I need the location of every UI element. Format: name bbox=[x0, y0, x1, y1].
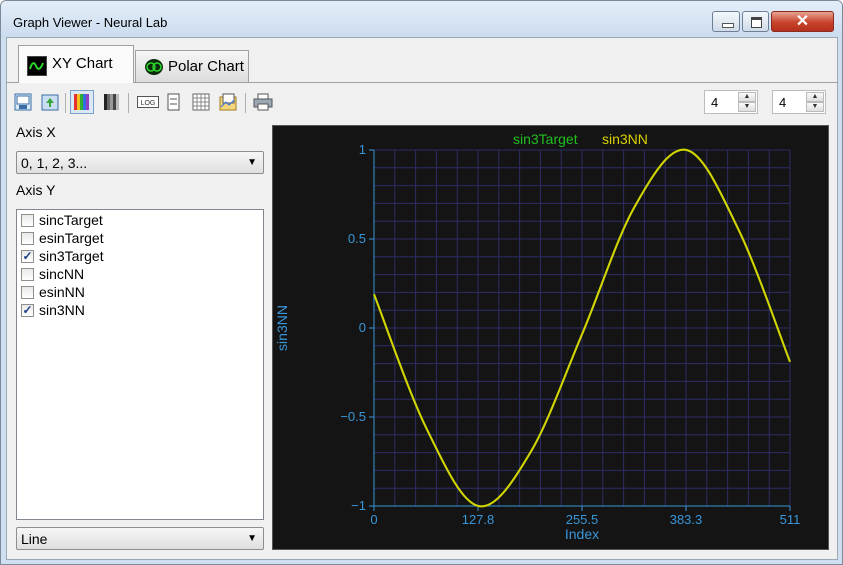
polar-chart-icon bbox=[145, 59, 163, 75]
x-tick-label: 255.5 bbox=[566, 512, 599, 527]
toolbar-separator bbox=[245, 93, 246, 113]
list-item-label: sincTarget bbox=[39, 212, 103, 228]
copy-icon[interactable] bbox=[218, 93, 237, 111]
axis-x-label: Axis X bbox=[16, 124, 56, 140]
x-tick-label: 0 bbox=[370, 512, 377, 527]
axis-x-dropdown[interactable]: 0, 1, 2, 3... ▼ bbox=[16, 151, 264, 174]
toolbar: LOG 4 ▲ ▼ 4 ▲ ▼ bbox=[7, 83, 837, 121]
checkbox[interactable] bbox=[21, 232, 34, 245]
checkbox[interactable] bbox=[21, 286, 34, 299]
y-tick-label: 1 bbox=[359, 142, 366, 157]
list-item-label: esinNN bbox=[39, 284, 85, 300]
chevron-down-icon: ▼ bbox=[247, 157, 257, 168]
client-area: XY Chart Polar Chart LOG 4 ▲ ▼ 4 ▲ ▼ Axi… bbox=[6, 37, 838, 560]
toolbar-separator bbox=[128, 93, 129, 113]
plot-type-dropdown[interactable]: Line ▼ bbox=[16, 527, 264, 550]
y-tick-label: 0.5 bbox=[348, 231, 366, 246]
print-icon[interactable] bbox=[253, 93, 273, 111]
xy-chart-icon bbox=[27, 56, 47, 76]
list-item-label: sin3NN bbox=[39, 302, 85, 318]
legend-entry: sin3NN bbox=[602, 131, 648, 147]
plot-type-selected: Line bbox=[21, 531, 48, 547]
tab-xy-chart[interactable]: XY Chart bbox=[18, 45, 134, 83]
axis-y-label: Axis Y bbox=[16, 182, 56, 198]
log-scale-icon[interactable]: LOG bbox=[137, 93, 159, 111]
save-image-icon[interactable] bbox=[14, 93, 32, 111]
close-icon: ✕ bbox=[795, 13, 810, 30]
spin-down-button[interactable]: ▼ bbox=[806, 102, 824, 112]
axis-x-selected: 0, 1, 2, 3... bbox=[21, 155, 88, 171]
checkbox[interactable] bbox=[21, 268, 34, 281]
checkbox-checked[interactable]: ✓ bbox=[21, 250, 34, 263]
close-button[interactable]: ✕ bbox=[771, 11, 834, 32]
tab-xy-chart-label: XY Chart bbox=[52, 55, 113, 72]
log-label: LOG bbox=[141, 100, 156, 107]
spin-down-button[interactable]: ▼ bbox=[738, 102, 756, 112]
x-tick-label: 511 bbox=[780, 512, 801, 527]
window-title: Graph Viewer - Neural Lab bbox=[13, 15, 168, 30]
maximize-button[interactable] bbox=[742, 11, 769, 32]
spin-box-y-value: 4 bbox=[779, 95, 787, 110]
xy-chart[interactable]: 0 127.8 255.5 383.3 511 1 0.5 0 −0.5 −1 Index sin3N… bbox=[273, 126, 828, 549]
legend-entry: sin3Target bbox=[513, 131, 578, 147]
chevron-down-icon: ▼ bbox=[247, 533, 257, 544]
spin-up-button[interactable]: ▲ bbox=[806, 92, 824, 102]
list-item-label: sin3Target bbox=[39, 248, 104, 264]
spin-box-x-value: 4 bbox=[711, 95, 719, 110]
minimize-button[interactable] bbox=[712, 11, 740, 32]
title-bar[interactable]: Graph Viewer - Neural Lab ✕ bbox=[1, 1, 842, 37]
minimize-icon bbox=[722, 23, 734, 28]
tab-polar-chart-label: Polar Chart bbox=[168, 58, 244, 75]
y-axis-label: sin3NN bbox=[274, 305, 290, 351]
spin-box-x[interactable]: 4 ▲ ▼ bbox=[704, 90, 758, 114]
checkbox[interactable] bbox=[21, 214, 34, 227]
list-item-label: sincNN bbox=[39, 266, 85, 282]
x-axis-label: Index bbox=[565, 526, 599, 542]
x-tick-label: 383.3 bbox=[670, 512, 703, 527]
y-tick-label: 0 bbox=[359, 320, 366, 335]
maximize-icon bbox=[751, 17, 762, 28]
y-tick-label: −1 bbox=[351, 498, 366, 513]
y-tick-label: −0.5 bbox=[340, 409, 366, 424]
checkbox-checked[interactable]: ✓ bbox=[21, 304, 34, 317]
scale-icon[interactable] bbox=[167, 93, 181, 111]
list-item-label: esinTarget bbox=[39, 230, 104, 246]
app-window: Graph Viewer - Neural Lab ✕ XY Chart Pol… bbox=[0, 0, 843, 565]
left-panel: Axis X 0, 1, 2, 3... ▼ Axis Y sincTarget… bbox=[7, 121, 269, 559]
grid-icon[interactable] bbox=[192, 93, 210, 111]
tab-polar-chart[interactable]: Polar Chart bbox=[135, 50, 249, 82]
tab-strip: XY Chart Polar Chart bbox=[7, 38, 837, 83]
chart-panel[interactable]: 0 127.8 255.5 383.3 511 1 0.5 0 −0.5 −1 Index sin3N… bbox=[272, 125, 829, 550]
spin-up-button[interactable]: ▲ bbox=[738, 92, 756, 102]
x-tick-label: 127.8 bbox=[462, 512, 495, 527]
color-palette-icon[interactable] bbox=[70, 90, 94, 114]
grayscale-palette-icon[interactable] bbox=[103, 93, 121, 111]
spin-box-y[interactable]: 4 ▲ ▼ bbox=[772, 90, 826, 114]
toolbar-separator bbox=[65, 93, 66, 113]
axis-y-list[interactable]: sincTarget esinTarget ✓ sin3Target sincN… bbox=[16, 209, 264, 520]
export-icon[interactable] bbox=[41, 93, 59, 111]
